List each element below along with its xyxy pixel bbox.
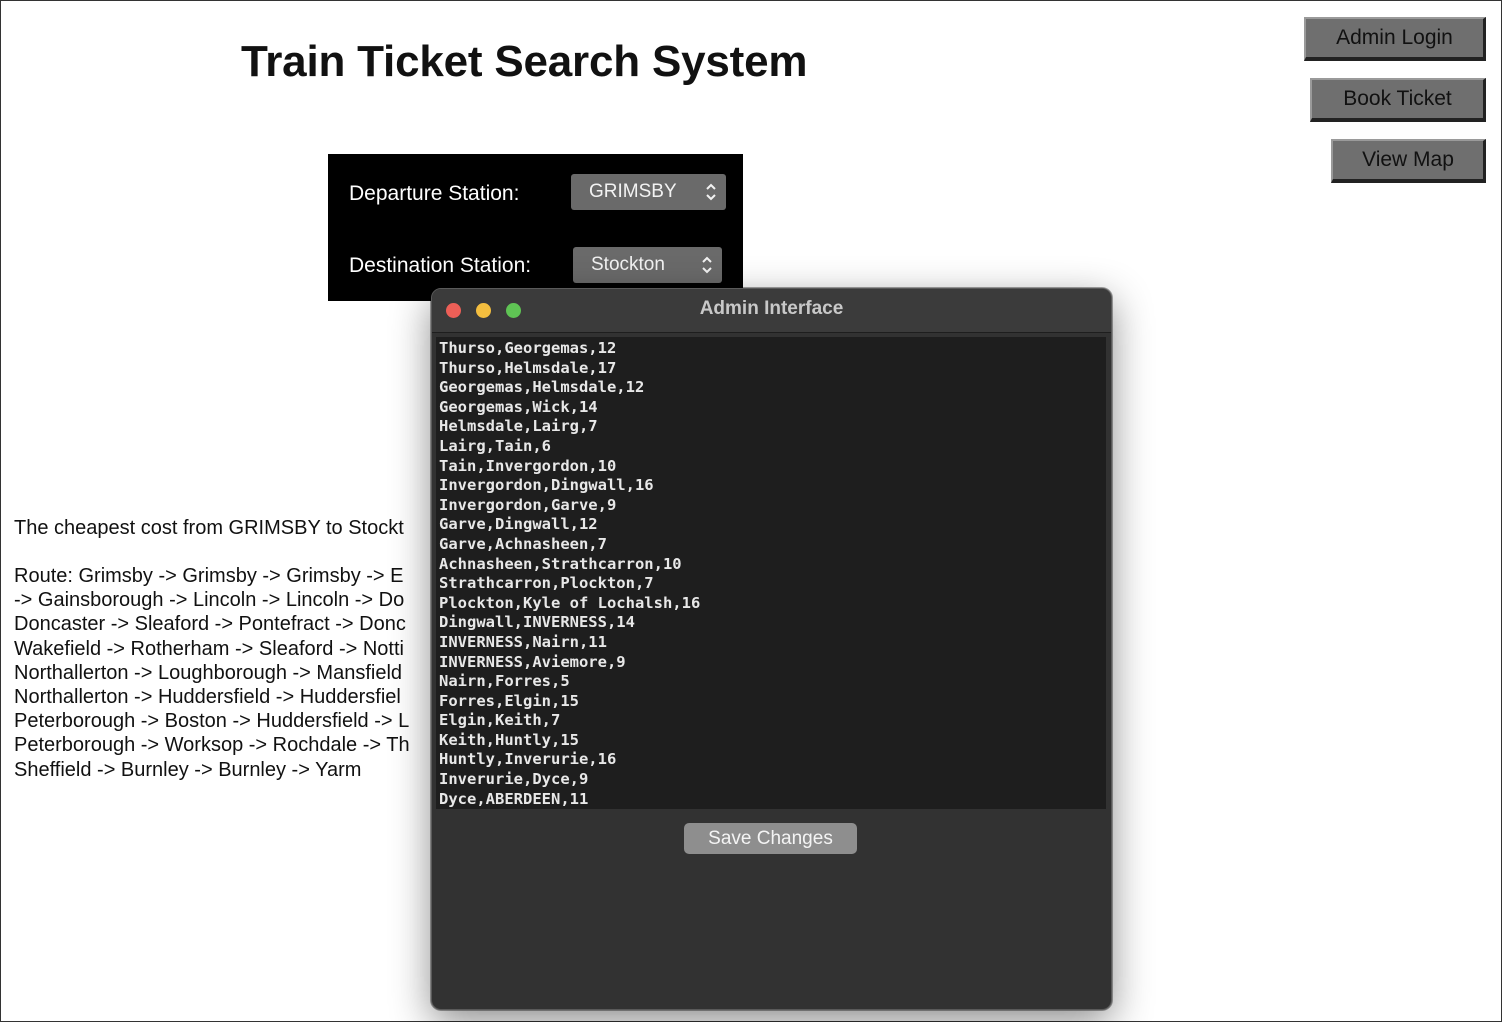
- destination-station-label: Destination Station:: [349, 254, 532, 277]
- window-title: Admin Interface: [699, 298, 844, 319]
- editor-line: Nairn,Forres,5: [439, 672, 570, 691]
- cheapest-cost-text: The cheapest cost from GRIMSBY to Stockt: [14, 517, 404, 539]
- window-titlebar[interactable]: Admin Interface: [432, 289, 1111, 333]
- departure-station-label: Departure Station:: [349, 182, 520, 205]
- destination-station-value: Stockton: [591, 254, 665, 275]
- admin-login-button[interactable]: Admin Login: [1304, 17, 1486, 61]
- editor-line: Plockton,Kyle of Lochalsh,16: [439, 593, 701, 612]
- route-data-editor[interactable]: Thurso,Georgemas,12 Thurso,Helmsdale,17 Ge…: [436, 337, 1106, 809]
- route-line: Wakefield -> Rotherham -> Sleaford -> No…: [14, 637, 404, 660]
- editor-line: Dingwall,INVERNESS,14: [439, 613, 635, 632]
- station-selection-panel: Departure Station: GRIMSBY Destination S…: [328, 154, 743, 301]
- admin-interface-window: Admin Interface Thurso,Georgemas,12 Thurs…: [431, 288, 1112, 1010]
- editor-line: Helmsdale,Lairg,7: [439, 417, 598, 436]
- departure-station-select[interactable]: GRIMSBY: [571, 174, 726, 210]
- chevron-up-down-icon: [706, 183, 716, 201]
- editor-line: Achnasheen,Strathcarron,10: [439, 554, 682, 573]
- route-line: Sheffield -> Burnley -> Burnley -> Yarm: [14, 758, 362, 781]
- editor-line: Garve,Dingwall,12: [439, 515, 598, 534]
- route-line: Northallerton -> Huddersfield -> Hudders…: [14, 686, 401, 709]
- editor-line: Lairg,Tain,6: [439, 436, 551, 455]
- route-line: -> Gainsborough -> Lincoln -> Lincoln ->…: [14, 589, 405, 612]
- editor-line: Thurso,Georgemas,12: [439, 339, 617, 357]
- editor-line: Forres,Elgin,15: [439, 691, 579, 710]
- editor-line: Keith,Huntly,15: [439, 730, 579, 749]
- route-line: Northallerton -> Loughborough -> Mansfie…: [14, 661, 403, 684]
- view-map-button[interactable]: View Map: [1331, 139, 1486, 183]
- chevron-up-down-icon: [702, 256, 712, 274]
- book-ticket-button[interactable]: Book Ticket: [1310, 78, 1486, 122]
- route-text: Route: Grimsby -> Grimsby -> Grimsby -> …: [14, 564, 434, 782]
- editor-line: Invergordon,Garve,9: [439, 495, 617, 514]
- save-changes-button[interactable]: Save Changes: [684, 823, 857, 854]
- editor-line: Thurso,Helmsdale,17: [439, 358, 617, 377]
- editor-line: INVERNESS,Aviemore,9: [439, 652, 626, 671]
- editor-line: Inverurie,Dyce,9: [439, 770, 589, 789]
- page-title: Train Ticket Search System: [241, 37, 808, 86]
- editor-line: Tain,Invergordon,10: [439, 456, 617, 475]
- editor-line: Georgemas,Helmsdale,12: [439, 378, 645, 397]
- editor-line: INVERNESS,Nairn,11: [439, 632, 607, 651]
- route-line: Peterborough -> Boston -> Huddersfield -…: [14, 710, 410, 733]
- departure-station-value: GRIMSBY: [589, 181, 677, 202]
- editor-line: Invergordon,Dingwall,16: [439, 476, 654, 495]
- editor-line: Dyce,ABERDEEN,11: [439, 789, 589, 808]
- route-line: Doncaster -> Sleaford -> Pontefract -> D…: [14, 613, 406, 636]
- destination-station-select[interactable]: Stockton: [573, 247, 722, 283]
- route-line: Route: Grimsby -> Grimsby -> Grimsby -> …: [14, 565, 404, 587]
- route-line: Peterborough -> Worksop -> Rochdale -> T…: [14, 734, 410, 757]
- editor-line: Georgemas,Wick,14: [439, 397, 598, 416]
- editor-line: Huntly,Inverurie,16: [439, 750, 617, 769]
- search-result: The cheapest cost from GRIMSBY to Stockt…: [14, 516, 434, 782]
- editor-line: Elgin,Keith,7: [439, 711, 561, 730]
- editor-line: Strathcarron,Plockton,7: [439, 574, 654, 593]
- editor-line: Garve,Achnasheen,7: [439, 534, 607, 553]
